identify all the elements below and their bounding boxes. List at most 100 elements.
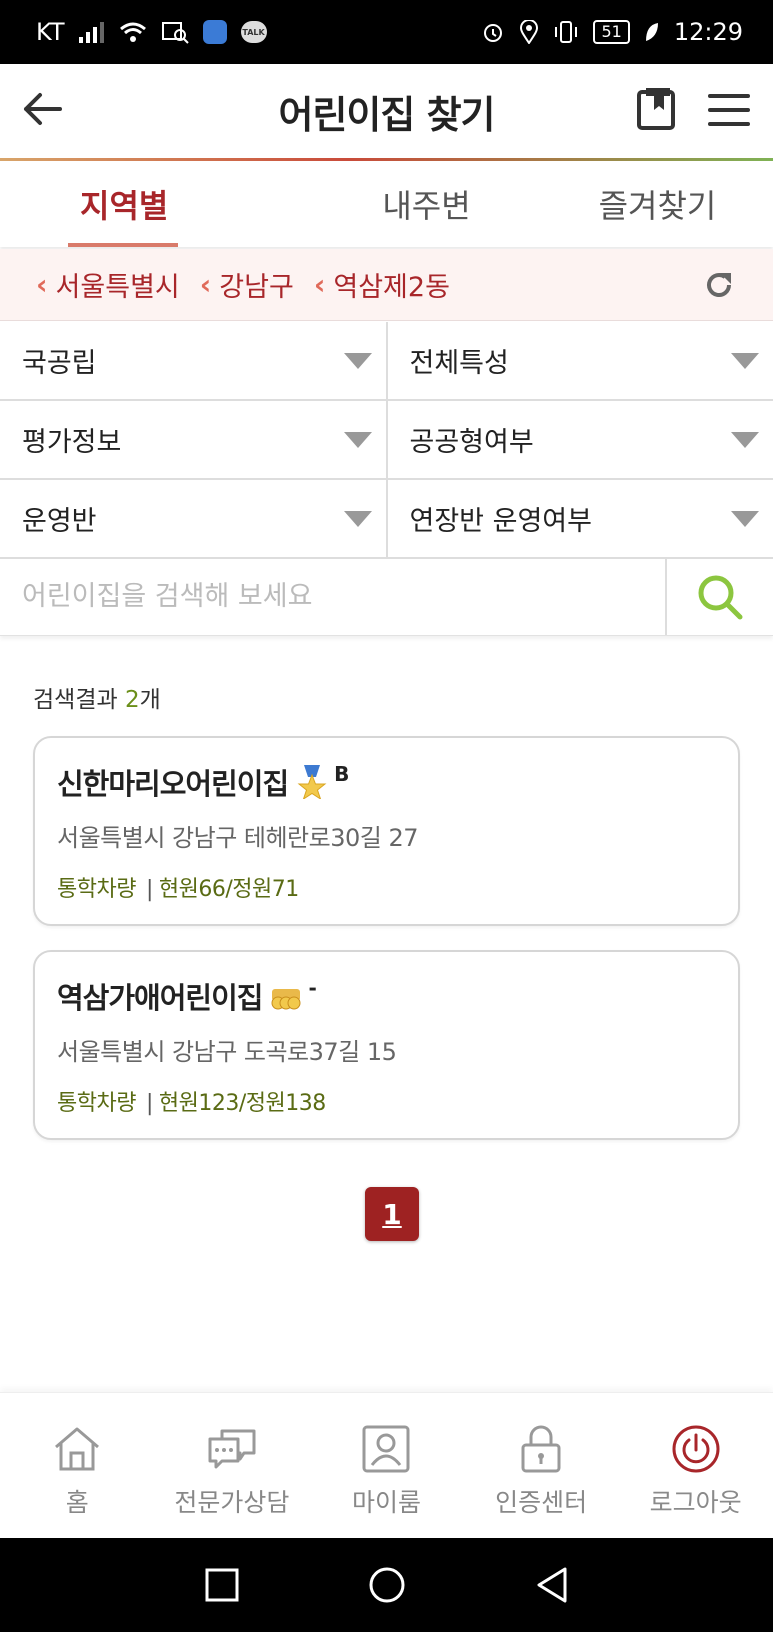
bus-label: 통학차량 [57, 1091, 136, 1116]
breadcrumb-dong[interactable]: ‹ 역삼제2동 [314, 265, 450, 304]
dropdown-arrow-icon [731, 510, 759, 527]
chat-icon [208, 1429, 256, 1469]
system-navigation-bar [0, 1538, 773, 1632]
nav-label: 마이룸 [351, 1488, 421, 1517]
filter-extended-class[interactable]: 연장반 운영여부 [388, 480, 773, 557]
search-bar [0, 558, 773, 636]
refresh-button[interactable] [703, 269, 735, 301]
battery-level: 51 [593, 20, 630, 44]
breadcrumb-label: 서울특별시 [55, 272, 180, 303]
menu-line [708, 94, 750, 98]
app-header: 어린이집 찾기 [0, 64, 773, 160]
nav-auth-center[interactable]: 인증센터 [464, 1393, 619, 1538]
result-card[interactable]: 역삼가애어린이집 - 서울특별시 강남구 도곡로37길 15 통학차량 | 현원12… [33, 950, 740, 1140]
capacity-label: 현원123/정원138 [158, 1091, 326, 1116]
nav-label: 인증센터 [495, 1488, 588, 1517]
coins-icon [271, 989, 301, 1010]
nav-logout[interactable]: 로그아웃 [618, 1393, 773, 1538]
nav-label: 전문가상담 [174, 1488, 290, 1517]
filter-grid: 국공립 전체특성 평가정보 공공형여부 운영반 연장반 운영여부 [0, 322, 773, 559]
menu-button[interactable] [708, 94, 750, 126]
signal-icon [78, 21, 105, 43]
breadcrumb-district[interactable]: ‹ 강남구 [200, 265, 294, 304]
menu-line [708, 108, 750, 112]
daycare-address: 서울특별시 강남구 도곡로37길 15 [57, 1038, 397, 1066]
menu-line [708, 122, 750, 126]
evaluation-grade: - [308, 976, 316, 1000]
lock-icon [521, 1425, 561, 1473]
nav-label: 홈 [65, 1488, 89, 1517]
result-unit: 개 [139, 687, 161, 713]
nav-consult[interactable]: 전문가상담 [155, 1393, 310, 1538]
page-button-current[interactable]: 1 [365, 1187, 419, 1241]
carrier-label: KT [36, 18, 65, 46]
tab-favorites[interactable]: 즐겨찾기 [542, 161, 773, 247]
dropdown-arrow-icon [343, 352, 372, 369]
recents-button-icon[interactable] [205, 1568, 239, 1602]
filter-label: 연장반 운영여부 [409, 506, 592, 537]
location-icon [519, 20, 539, 44]
breadcrumb-label: 강남구 [219, 272, 294, 303]
user-icon [362, 1425, 410, 1473]
filter-label: 공공형여부 [409, 427, 534, 458]
kakaotalk-icon: TALK [240, 21, 267, 43]
data-monitor-icon [161, 20, 189, 44]
alarm-icon [481, 20, 505, 44]
status-bar: KT TALK 51 12:29 [0, 0, 773, 64]
tab-nearby[interactable]: 내주변 [311, 161, 542, 247]
power-icon [672, 1425, 720, 1473]
shield-icon [202, 20, 227, 44]
filter-characteristic[interactable]: 전체특성 [388, 322, 773, 399]
leaf-icon [644, 21, 660, 43]
breadcrumb: ‹ 서울특별시 ‹ 강남구 ‹ 역삼제2동 [0, 249, 773, 321]
daycare-name: 역삼가애어린이집 [57, 981, 263, 1015]
refresh-icon [707, 273, 731, 297]
search-icon [698, 575, 743, 619]
back-arrow-icon [24, 93, 62, 125]
result-count: 검색결과 2개 [33, 680, 161, 714]
capacity-label: 현원66/정원71 [158, 877, 299, 902]
tab-region[interactable]: 지역별 [0, 161, 311, 247]
nav-home[interactable]: 홈 [0, 1393, 155, 1538]
bottom-navigation: 홈 전문가상담 마이룸 인증센터 로그아웃 [0, 1392, 773, 1538]
back-button[interactable] [20, 86, 66, 132]
dropdown-arrow-icon [343, 510, 372, 527]
page-title: 어린이집 찾기 [278, 92, 496, 137]
back-button-icon[interactable] [535, 1566, 569, 1604]
chevron-left-icon: ‹ [36, 268, 48, 301]
result-number: 2 [124, 687, 140, 713]
search-input[interactable] [0, 558, 665, 635]
bus-label: 통학차량 [57, 877, 136, 902]
result-label: 검색결과 [33, 687, 125, 713]
chevron-left-icon: ‹ [199, 268, 212, 301]
result-card[interactable]: 신한마리오어린이집 B 서울특별시 강남구 테헤란로30길 27 통학차량 | 현원… [33, 736, 740, 926]
filter-label: 운영반 [22, 506, 97, 537]
bookmark-button[interactable] [636, 86, 676, 130]
filter-class[interactable]: 운영반 [0, 480, 388, 557]
filter-label: 평가정보 [22, 427, 122, 458]
search-button[interactable] [665, 558, 773, 635]
medal-icon [297, 765, 327, 799]
filter-label: 전체특성 [409, 348, 509, 379]
dropdown-arrow-icon [731, 431, 759, 448]
home-icon [55, 1427, 100, 1471]
evaluation-grade: B [334, 762, 349, 786]
chevron-left-icon: ‹ [313, 268, 326, 301]
nav-myroom[interactable]: 마이룸 [309, 1393, 464, 1538]
wifi-icon [119, 21, 147, 43]
filter-label: 국공립 [22, 348, 97, 379]
breadcrumb-label: 역삼제2동 [333, 272, 450, 303]
daycare-name: 신한마리오어린이집 [57, 767, 289, 801]
dropdown-arrow-icon [343, 431, 372, 448]
breadcrumb-city[interactable]: ‹ 서울특별시 [36, 265, 180, 304]
tab-bar: 지역별 내주변 즐겨찾기 [0, 161, 773, 247]
clock: 12:29 [673, 18, 743, 46]
filter-public-type[interactable]: 국공립 [0, 322, 388, 399]
filter-public-model[interactable]: 공공형여부 [388, 401, 773, 478]
filter-evaluation[interactable]: 평가정보 [0, 401, 388, 478]
nav-label: 로그아웃 [649, 1488, 742, 1517]
bookmark-icon [637, 88, 675, 130]
daycare-meta: 통학차량 | 현원66/정원71 [57, 877, 299, 902]
home-button-icon[interactable] [368, 1566, 406, 1604]
vibrate-icon [553, 20, 579, 44]
